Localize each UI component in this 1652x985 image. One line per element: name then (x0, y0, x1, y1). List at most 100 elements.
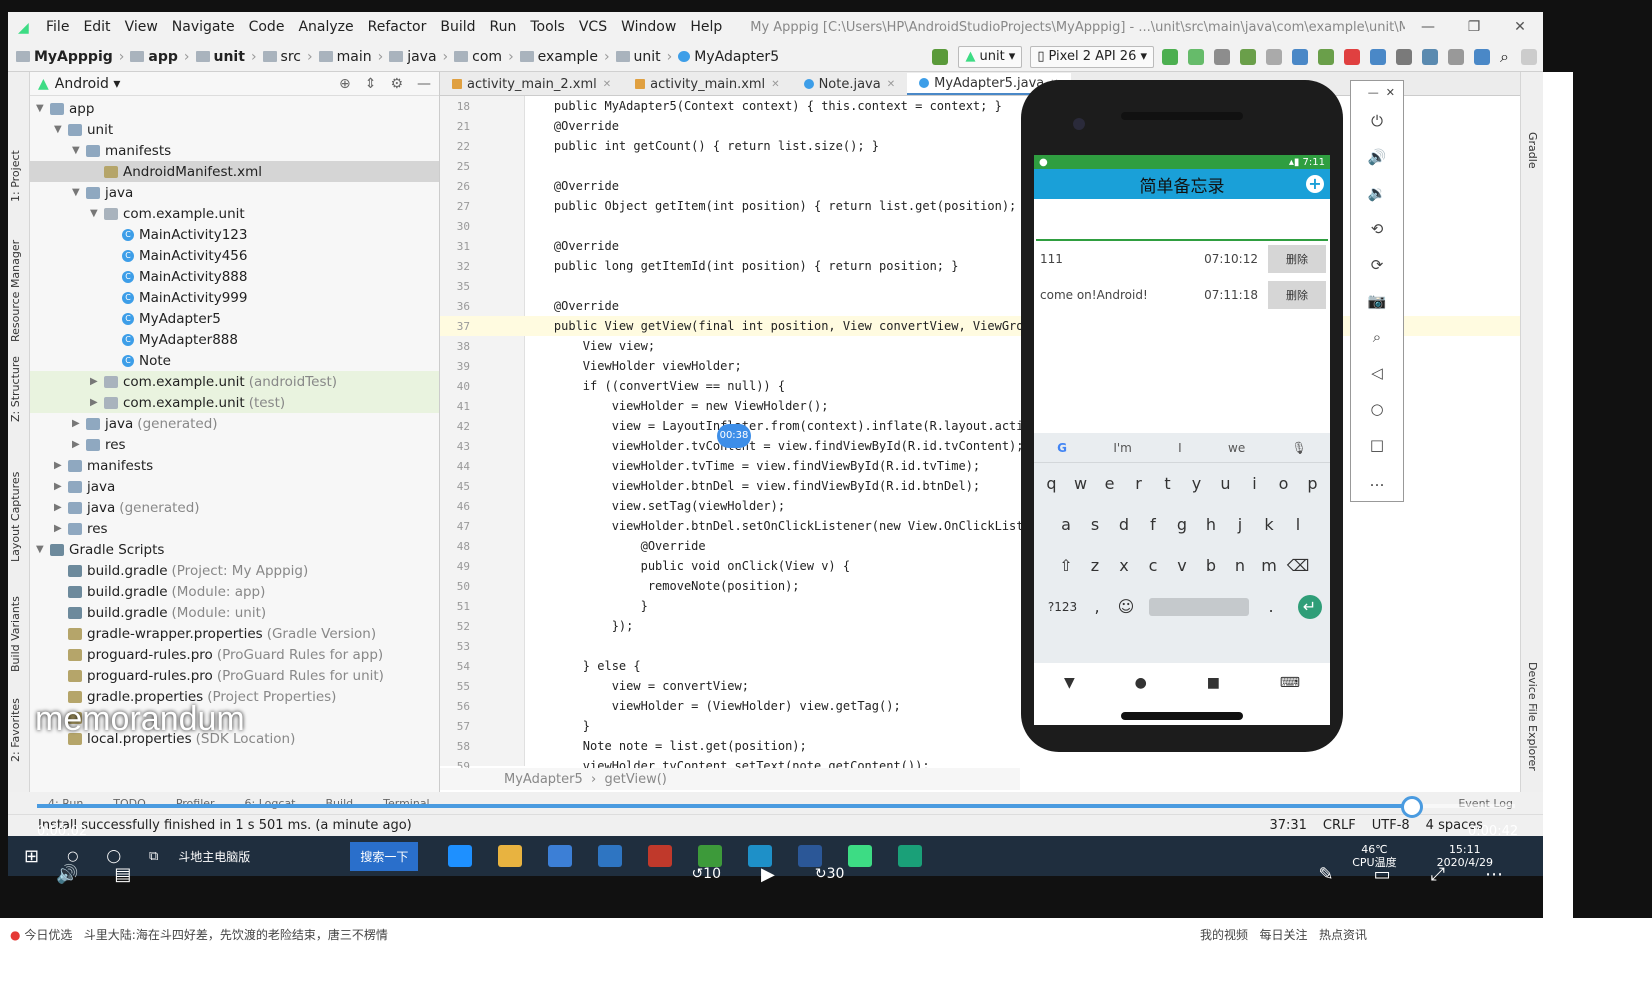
run-list-icon[interactable] (1214, 48, 1231, 65)
tree-item[interactable]: ▼ java (30, 182, 439, 203)
suggestion-item[interactable]: I'm (1113, 441, 1132, 455)
search-icon[interactable]: ⌕ (1500, 47, 1509, 67)
forward-icon[interactable]: ↻30 (815, 866, 845, 882)
breadcrumb-item[interactable]: app (130, 49, 178, 65)
layout-inspector-icon[interactable] (1474, 48, 1491, 65)
keyboard-key[interactable]: , (1083, 597, 1112, 616)
recents-icon[interactable]: ■ (1207, 675, 1220, 691)
keyboard-key[interactable]: q (1037, 474, 1066, 493)
expand-arrow-icon[interactable]: ▶ (54, 460, 68, 471)
keyboard-key[interactable]: z (1081, 556, 1110, 575)
tree-item[interactable]: C MainActivity999 (30, 287, 439, 308)
code-line[interactable]: 50 removeNote(position); (440, 576, 1520, 596)
code-line[interactable]: 52 }); (440, 616, 1520, 636)
menu-file[interactable]: File (46, 19, 69, 35)
gear-icon[interactable]: ⚙ (390, 76, 403, 92)
pip-icon[interactable]: ▭ (1374, 864, 1391, 885)
tree-item[interactable]: gradle-wrapper.properties (Gradle Version… (30, 623, 439, 644)
phone-screen[interactable]: ● ▴▮ 7:11 简单备忘录 + 111 07:10:12 删除 come on!And… (1034, 155, 1330, 725)
outer-link-hot[interactable]: 热点资讯 (1319, 928, 1367, 942)
editor-crumb-method[interactable]: getView() (605, 772, 667, 787)
restore-icon[interactable]: ❐ (1451, 19, 1497, 35)
expand-arrow-icon[interactable]: ▶ (54, 502, 68, 513)
volume-icon[interactable]: 🔊 (56, 864, 78, 885)
delete-note-button[interactable]: 删除 (1268, 245, 1326, 273)
keyboard-key[interactable]: d (1110, 515, 1139, 534)
keyboard-key[interactable]: a (1052, 515, 1081, 534)
rotate-right-icon[interactable]: ⟳ (1351, 247, 1403, 283)
menu-build[interactable]: Build (440, 19, 475, 35)
tree-item[interactable]: proguard-rules.pro (ProGuard Rules for ap… (30, 644, 439, 665)
tree-item[interactable]: ▶ java (generated) (30, 497, 439, 518)
code-line[interactable]: 57 } (440, 716, 1520, 736)
debug-icon[interactable] (1240, 48, 1257, 65)
keyboard-key[interactable]: ⇧ (1052, 556, 1081, 575)
tree-item[interactable]: proguard-rules.pro (ProGuard Rules for un… (30, 665, 439, 686)
stop-icon[interactable] (1344, 48, 1361, 65)
keyboard-key[interactable]: ☺ (1112, 597, 1141, 616)
editor-crumb-class[interactable]: MyAdapter5 (504, 772, 583, 787)
caret-position[interactable]: 37:31 (1269, 818, 1306, 833)
keyboard-key[interactable]: l (1284, 515, 1313, 534)
keyboard-key[interactable]: m (1255, 556, 1284, 575)
keyboard-key[interactable]: ⌫ (1284, 556, 1313, 575)
menu-vcs[interactable]: VCS (579, 19, 607, 35)
tree-item[interactable]: build.gradle (Project: My Apppig) (30, 560, 439, 581)
breadcrumb-item[interactable]: unit (195, 49, 245, 65)
more-icon[interactable]: … (1351, 463, 1403, 499)
expand-arrow-icon[interactable]: ▼ (54, 124, 68, 135)
coverage-icon[interactable] (1318, 48, 1335, 65)
tool-tab-gradle[interactable]: Gradle (1526, 132, 1539, 169)
keyboard-key[interactable]: j (1226, 515, 1255, 534)
power-icon[interactable]: ⏻ (1351, 103, 1403, 139)
keyboard-icon[interactable]: ⌨ (1280, 675, 1300, 691)
zoom-icon[interactable]: ⌕ (1351, 319, 1403, 355)
tool-tab-layout-captures[interactable]: Layout Captures (9, 472, 22, 562)
tree-item[interactable]: ▶ manifests (30, 455, 439, 476)
tree-item[interactable]: C Note (30, 350, 439, 371)
keyboard-key[interactable]: ↵ (1297, 594, 1322, 619)
more-icon[interactable]: ⋯ (1485, 864, 1503, 885)
back-icon[interactable]: ◁ (1351, 355, 1403, 391)
close-tab-icon[interactable]: ✕ (603, 79, 611, 90)
tree-item[interactable]: C MainActivity888 (30, 266, 439, 287)
editor-tab[interactable]: Note.java ✕ (792, 73, 908, 95)
expand-arrow-icon[interactable]: ▼ (90, 208, 104, 219)
tree-item[interactable]: build.gradle (Module: app) (30, 581, 439, 602)
keyboard-key[interactable]: b (1197, 556, 1226, 575)
video-progress-played[interactable] (37, 804, 1412, 808)
menu-navigate[interactable]: Navigate (172, 19, 235, 35)
attach-debugger-icon[interactable] (1266, 48, 1283, 65)
outer-news-link[interactable]: 斗里大陆:海在斗四好差，先饮渡的老险结束，唐三不楞情 (84, 928, 388, 942)
keyboard-key[interactable]: s (1081, 515, 1110, 534)
tree-item[interactable]: ▶ res (30, 434, 439, 455)
tool-tab-project[interactable]: 1: Project (9, 150, 22, 202)
code-line[interactable]: 58 Note note = list.get(position); (440, 736, 1520, 756)
keyboard-key[interactable]: p (1298, 474, 1327, 493)
menu-run[interactable]: Run (490, 19, 517, 35)
expand-arrow-icon[interactable]: ▶ (90, 397, 104, 408)
close-icon[interactable]: ✕ (1497, 19, 1543, 35)
tree-item[interactable]: ▼ manifests (30, 140, 439, 161)
video-progress-knob[interactable] (1400, 796, 1423, 818)
tree-item[interactable]: C MyAdapter5 (30, 308, 439, 329)
breadcrumb-item[interactable]: src (262, 49, 301, 65)
code-line[interactable]: 53 (440, 636, 1520, 656)
volume-up-icon[interactable]: 🔊 (1351, 139, 1403, 175)
tree-item[interactable]: ▼ app (30, 98, 439, 119)
expand-arrow-icon[interactable]: ▶ (54, 481, 68, 492)
overview-icon[interactable]: □ (1351, 427, 1403, 463)
keyboard-key[interactable]: y (1182, 474, 1211, 493)
keyboard-key[interactable]: g (1168, 515, 1197, 534)
google-icon[interactable]: G (1057, 441, 1067, 455)
expand-arrow-icon[interactable]: ▼ (72, 145, 86, 156)
hammer-icon[interactable] (932, 48, 949, 65)
code-line[interactable]: 47 viewHolder.btnDel.setOnClickListener(… (440, 516, 1520, 536)
back-icon[interactable]: ▼ (1064, 675, 1075, 691)
breadcrumb-item[interactable]: com (454, 49, 502, 65)
keyboard-key[interactable]: c (1139, 556, 1168, 575)
expand-arrow-icon[interactable]: ▶ (72, 418, 86, 429)
tree-item[interactable]: C MainActivity456 (30, 245, 439, 266)
keyboard-key[interactable]: t (1153, 474, 1182, 493)
tree-item[interactable]: ▼ com.example.unit (30, 203, 439, 224)
